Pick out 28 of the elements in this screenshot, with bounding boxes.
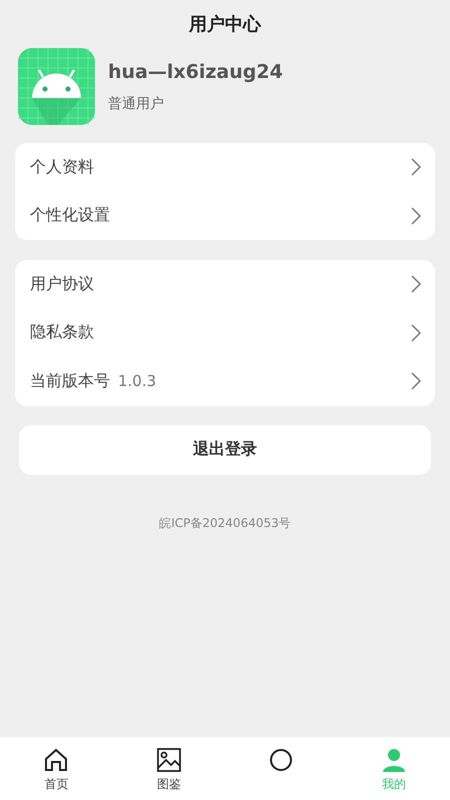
settings-row[interactable]: 个人资料 bbox=[15, 143, 435, 192]
row-label: 个性化设置 bbox=[30, 205, 110, 226]
row-label: 个人资料 bbox=[30, 156, 94, 178]
chevron-right-icon bbox=[411, 206, 421, 225]
user-role: 普通用户 bbox=[108, 94, 165, 112]
chevron-right-icon bbox=[411, 324, 421, 342]
chevron-right-icon bbox=[411, 275, 421, 294]
circle-icon bbox=[268, 747, 294, 773]
person-icon bbox=[380, 747, 407, 773]
logout-button[interactable]: 退出登录 bbox=[19, 424, 431, 474]
home-icon bbox=[43, 747, 70, 773]
page-title: 用户中心 bbox=[188, 13, 262, 37]
settings-row[interactable]: 隐私条款 bbox=[15, 308, 435, 357]
chevron-right-icon bbox=[411, 372, 421, 390]
nav-tab[interactable]: 首页 bbox=[0, 737, 112, 800]
settings-row[interactable]: 用户协议 bbox=[15, 260, 435, 308]
nav-tab[interactable]: 图鉴 bbox=[112, 737, 225, 800]
android-app-icon bbox=[18, 48, 95, 125]
settings-row[interactable]: 当前版本号 1.0.3 bbox=[15, 357, 435, 406]
row-label: 隐私条款 bbox=[30, 322, 94, 344]
icp-notice: 皖ICP备2024064053号 bbox=[158, 514, 292, 532]
user-name: hua—lx6izaug24 bbox=[108, 60, 283, 82]
row-label: 用户协议 bbox=[30, 274, 94, 295]
settings-row[interactable]: 个性化设置 bbox=[15, 192, 435, 240]
image-icon bbox=[156, 747, 182, 773]
version-value: 1.0.3 bbox=[118, 372, 156, 390]
row-label: 当前版本号 bbox=[30, 370, 110, 392]
chevron-right-icon bbox=[411, 158, 421, 176]
